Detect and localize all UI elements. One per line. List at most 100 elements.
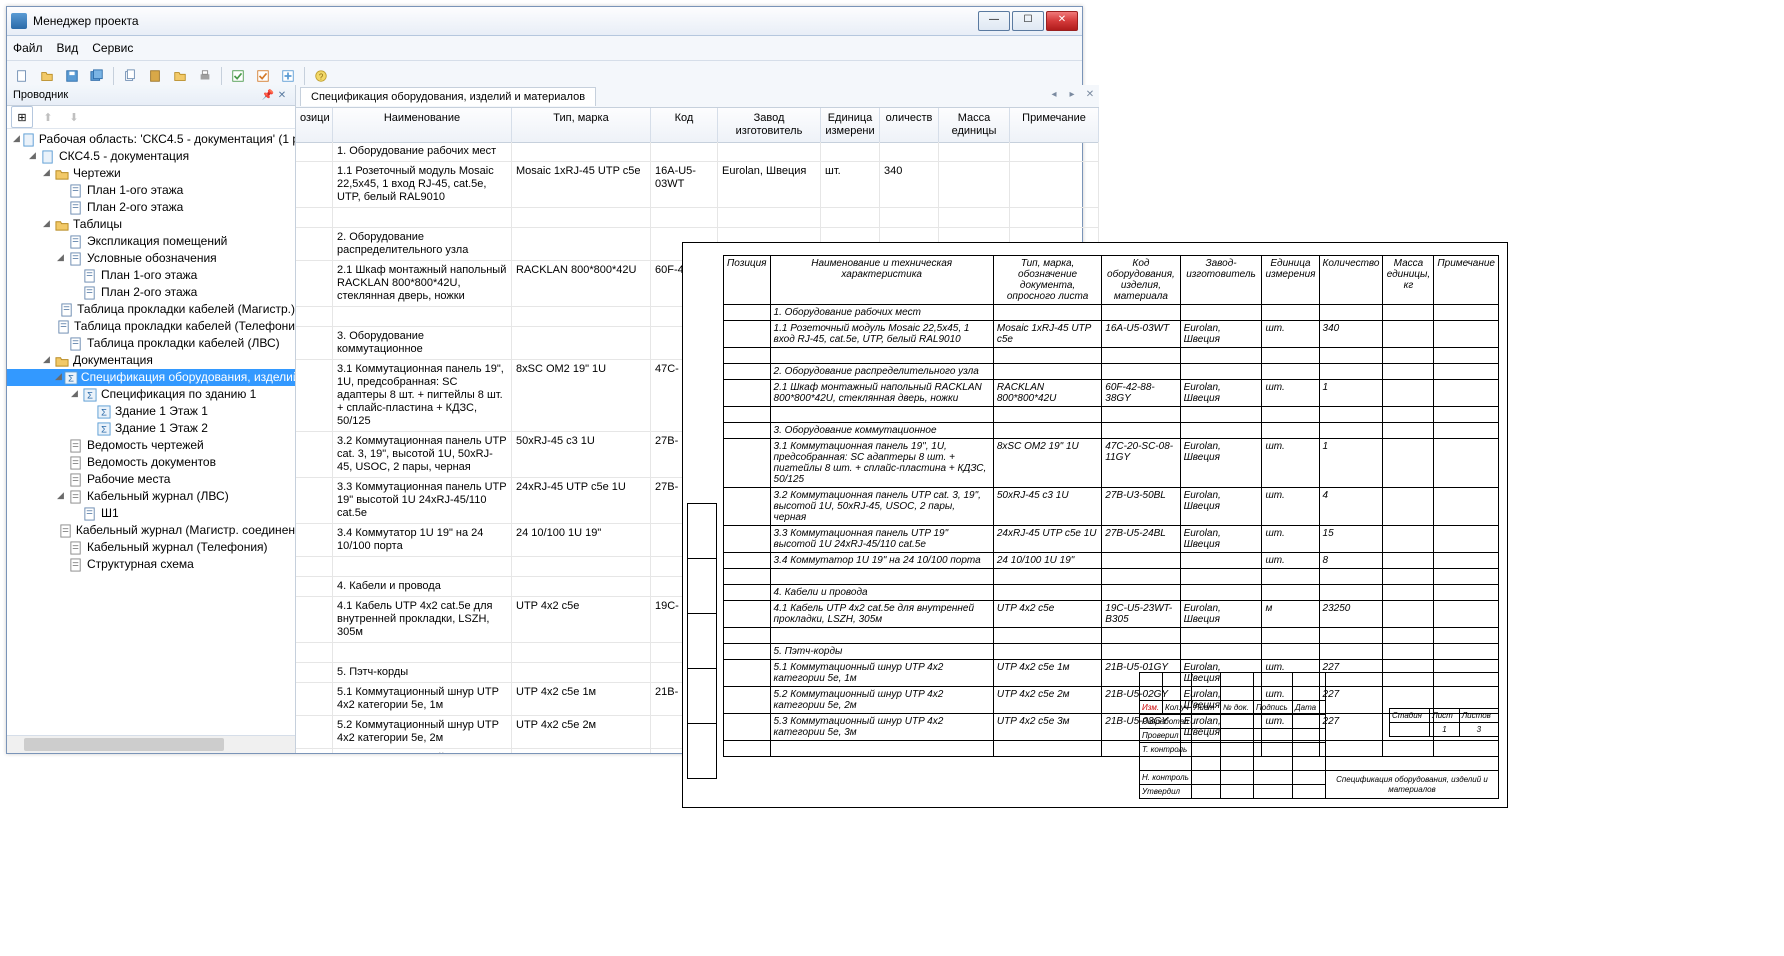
tab-prev-icon[interactable]: ◂ [1047, 89, 1061, 103]
svg-text:Σ: Σ [101, 424, 107, 434]
tree-node[interactable]: Структурная схема [7, 556, 295, 573]
tree-node[interactable]: План 1-ого этажа [7, 267, 295, 284]
menu-file[interactable]: Файл [13, 41, 43, 55]
tool-open-icon[interactable] [36, 65, 58, 87]
doc-row [724, 628, 1499, 644]
tool-saveall-icon[interactable] [86, 65, 108, 87]
doc-row [724, 569, 1499, 585]
tree-node[interactable]: Кабельный журнал (Магистр. соединен [7, 522, 295, 539]
col-qty[interactable]: оличеств [880, 108, 939, 142]
tab-spec[interactable]: Спецификация оборудования, изделий и мат… [300, 87, 596, 106]
pin-icon[interactable]: 📌 [261, 88, 275, 102]
svg-text:Σ: Σ [87, 390, 93, 400]
tab-close-icon[interactable]: ✕ [1083, 89, 1097, 103]
doc-row: 2.1 Шкаф монтажный напольный RACKLAN 800… [724, 380, 1499, 407]
col-note[interactable]: Примечание [1010, 108, 1099, 142]
tree-node[interactable]: Ш1 [7, 505, 295, 522]
table-row[interactable]: 1. Оборудование рабочих мест [296, 142, 1099, 162]
col-type[interactable]: Тип, марка [512, 108, 651, 142]
tree-node[interactable]: Кабельный журнал (Телефония) [7, 539, 295, 556]
tool-new-icon[interactable] [11, 65, 33, 87]
tree-node[interactable]: ΣЗдание 1 Этаж 1 [7, 403, 295, 420]
tree-node[interactable]: ◢СКС4.5 - документация [7, 148, 295, 165]
menu-view[interactable]: Вид [57, 41, 79, 55]
toolbar-separator [221, 67, 222, 85]
explorer-header: Проводник 📌 ✕ [7, 85, 295, 106]
col-maker[interactable]: Завод изготовитель [718, 108, 821, 142]
toolbar-separator [113, 67, 114, 85]
close-button[interactable]: ✕ [1046, 11, 1078, 31]
tool-paste-icon[interactable] [144, 65, 166, 87]
maximize-button[interactable]: ☐ [1012, 11, 1044, 31]
tree-node[interactable]: ΣЗдание 1 Этаж 2 [7, 420, 295, 437]
doc-row: 3.2 Коммутационная панель UTP cat. 3, 19… [724, 488, 1499, 526]
col-pos[interactable]: озици [296, 108, 333, 142]
table-row[interactable]: 1.1 Розеточный модуль Mosaic 22,5x45, 1 … [296, 162, 1099, 208]
tree-node[interactable]: ◢Условные обозначения [7, 250, 295, 267]
nav-down-icon[interactable]: ⬇ [63, 106, 85, 128]
toolbar-separator [304, 67, 305, 85]
panel-close-icon[interactable]: ✕ [275, 88, 289, 102]
doc-row: 4.1 Кабель UTP 4x2 cat.5e для внутренней… [724, 601, 1499, 628]
tree-node[interactable]: Ведомость документов [7, 454, 295, 471]
tool-check1-icon[interactable] [227, 65, 249, 87]
tree-node[interactable]: Таблица прокладки кабелей (Телефони [7, 318, 295, 335]
tree-node[interactable]: ◢Чертежи [7, 165, 295, 182]
explorer-scrollbar[interactable] [7, 735, 295, 753]
explorer-toolbar: ⊞ ⬆ ⬇ [7, 106, 295, 129]
tree-node[interactable]: План 1-ого этажа [7, 182, 295, 199]
doc-tabs: Спецификация оборудования, изделий и мат… [296, 85, 1099, 108]
doc-row: 3.1 Коммутационная панель 19", 1U, предс… [724, 439, 1499, 488]
tree-node[interactable]: Таблица прокладки кабелей (ЛВС) [7, 335, 295, 352]
tree-view-icon[interactable]: ⊞ [11, 106, 33, 128]
doc-row [724, 348, 1499, 364]
svg-text:Σ: Σ [101, 407, 107, 417]
project-tree[interactable]: ◢Рабочая область: 'СКС4.5 - документация… [7, 129, 295, 735]
titlebar[interactable]: Менеджер проекта — ☐ ✕ [7, 7, 1082, 36]
tab-next-icon[interactable]: ▸ [1065, 89, 1079, 103]
minimize-button[interactable]: — [978, 11, 1010, 31]
menu-service[interactable]: Сервис [92, 41, 133, 55]
doc-row: 1. Оборудование рабочих мест [724, 305, 1499, 321]
window-title: Менеджер проекта [33, 14, 978, 28]
tree-node[interactable]: План 2-ого этажа [7, 199, 295, 216]
doc-preview: Позиция Наименование и техническая харак… [682, 242, 1508, 808]
svg-text:Σ: Σ [68, 373, 74, 383]
doc-row: 3.3 Коммутационная панель UTP 19" высото… [724, 526, 1499, 553]
table-row[interactable] [296, 208, 1099, 228]
doc-row: 3.4 Коммутатор 1U 19" на 24 10/100 порта… [724, 553, 1499, 569]
tree-node[interactable]: ◢Документация [7, 352, 295, 369]
doc-row: 3. Оборудование коммутационное [724, 423, 1499, 439]
tool-folder-icon[interactable] [169, 65, 191, 87]
tree-node[interactable]: План 2-ого этажа [7, 284, 295, 301]
menubar: Файл Вид Сервис [7, 36, 1082, 61]
tree-node[interactable]: Ведомость чертежей [7, 437, 295, 454]
col-name[interactable]: Наименование [333, 108, 512, 142]
tool-save-icon[interactable] [61, 65, 83, 87]
tool-check2-icon[interactable] [252, 65, 274, 87]
app-icon [11, 13, 27, 29]
col-mass[interactable]: Масса единицы [939, 108, 1010, 142]
doc-row: 1.1 Розеточный модуль Mosaic 22,5x45, 1 … [724, 321, 1499, 348]
col-code[interactable]: Код [651, 108, 718, 142]
tool-print-icon[interactable] [194, 65, 216, 87]
tree-node[interactable]: ◢Рабочая область: 'СКС4.5 - документация… [7, 131, 295, 148]
doc-row: 2. Оборудование распределительного узла [724, 364, 1499, 380]
tool-help-icon[interactable]: ? [310, 65, 332, 87]
doc-row: 4. Кабели и провода [724, 585, 1499, 601]
col-unit[interactable]: Единица измерени [821, 108, 880, 142]
doc-binding-marks [687, 503, 717, 797]
tree-node[interactable]: Таблица прокладки кабелей (Магистр.) [7, 301, 295, 318]
tree-node[interactable]: Рабочие места [7, 471, 295, 488]
svg-text:?: ? [319, 73, 324, 82]
tool-copy-icon[interactable] [119, 65, 141, 87]
nav-up-icon[interactable]: ⬆ [37, 106, 59, 128]
tree-node[interactable]: ◢Кабельный журнал (ЛВС) [7, 488, 295, 505]
tree-node[interactable]: Экспликация помещений [7, 233, 295, 250]
tree-node[interactable]: ◢Таблицы [7, 216, 295, 233]
tree-node[interactable]: ◢ΣСпецификация оборудования, изделий [7, 369, 295, 386]
explorer-title: Проводник [13, 89, 68, 101]
tool-check3-icon[interactable] [277, 65, 299, 87]
tree-node[interactable]: ◢ΣСпецификация по зданию 1 [7, 386, 295, 403]
title-block: Изм.Кол.учЛист№ док.ПодписьДата Разработ… [1139, 672, 1499, 799]
